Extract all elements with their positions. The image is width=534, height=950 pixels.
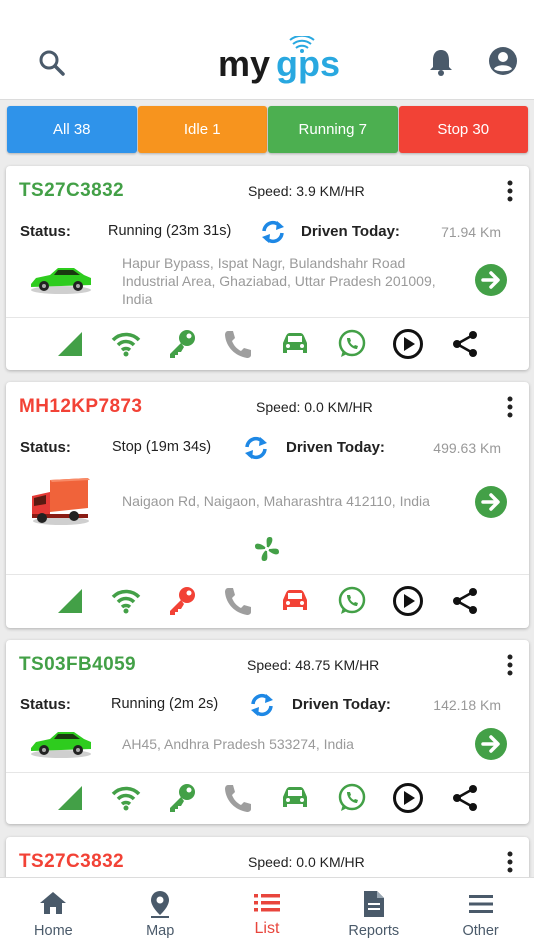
- status-value: Stop (19m 34s): [112, 439, 212, 455]
- ac-fan-icon: [255, 537, 279, 561]
- tab-idle[interactable]: Idle 1: [137, 106, 267, 153]
- driven-today-value: 142.18 Km: [433, 697, 501, 713]
- ignition-key-icon: [170, 330, 195, 358]
- nav-home[interactable]: Home: [0, 878, 107, 950]
- vehicle-speed: Speed: 0.0 KM/HR: [248, 854, 365, 870]
- status-label: Status:: [20, 696, 71, 713]
- tab-running[interactable]: Running 7: [268, 106, 398, 153]
- play-route-icon[interactable]: [392, 328, 424, 360]
- nav-label: Map: [146, 923, 175, 939]
- vehicle-address: AH45, Andhra Pradesh 533274, India: [122, 736, 354, 752]
- nav-list[interactable]: List: [214, 878, 321, 950]
- mygps-logo: my gps: [218, 34, 358, 86]
- app-root: my gps All 38 Idle 1 Running 7 Stop 30 T…: [0, 0, 534, 950]
- driven-today-label: Driven Today:: [286, 439, 385, 456]
- nav-label: Other: [462, 923, 499, 939]
- status-value: Running (23m 31s): [108, 223, 232, 239]
- phone-icon[interactable]: [222, 782, 254, 814]
- vehicle-status-car-icon: [283, 333, 307, 353]
- vehicle-address: Hapur Bypass, Ispat Nagr, Bulandshahr Ro…: [122, 255, 436, 307]
- signal-icon: [58, 332, 82, 356]
- nav-label: Reports: [348, 923, 400, 939]
- vehicle-address: Naigaon Rd, Naigaon, Maharashtra 412110,…: [122, 493, 430, 509]
- logo-my: my: [218, 43, 270, 84]
- app-header: my gps: [0, 0, 534, 100]
- navigate-arrow-icon[interactable]: [475, 264, 507, 296]
- tab-all[interactable]: All 38: [7, 106, 137, 153]
- whatsapp-icon[interactable]: [336, 585, 368, 617]
- more-options-icon[interactable]: [507, 851, 513, 873]
- ignition-key-icon: [170, 784, 195, 812]
- share-icon[interactable]: [449, 585, 481, 617]
- vehicle-card[interactable]: TS27C3832 Speed: 3.9 KM/HR Status: Runni…: [6, 166, 529, 370]
- refresh-icon[interactable]: [242, 434, 270, 462]
- nav-map[interactable]: Map: [107, 878, 214, 950]
- navigate-arrow-icon[interactable]: [475, 728, 507, 760]
- wifi-icon: [111, 786, 141, 811]
- account-icon[interactable]: [488, 46, 518, 76]
- vehicle-action-icons: [6, 575, 529, 625]
- phone-icon[interactable]: [222, 585, 254, 617]
- whatsapp-icon[interactable]: [336, 782, 368, 814]
- vehicle-plate: TS27C3832: [19, 851, 125, 872]
- driven-today-value: 499.63 Km: [433, 440, 501, 456]
- share-icon[interactable]: [449, 782, 481, 814]
- play-route-icon[interactable]: [392, 585, 424, 617]
- map-pin-icon: [151, 891, 170, 918]
- nav-other[interactable]: Other: [427, 878, 534, 950]
- more-options-icon[interactable]: [507, 654, 513, 676]
- vehicle-action-icons: [6, 318, 529, 368]
- refresh-icon[interactable]: [259, 218, 287, 246]
- tab-stop[interactable]: Stop 30: [398, 106, 528, 153]
- more-options-icon[interactable]: [507, 396, 513, 418]
- nav-label: List: [254, 920, 280, 937]
- vehicle-action-icons: [6, 772, 529, 822]
- wifi-icon: [111, 332, 141, 357]
- refresh-icon[interactable]: [248, 691, 276, 719]
- share-icon[interactable]: [449, 328, 481, 360]
- play-route-icon[interactable]: [392, 782, 424, 814]
- car-icon: [31, 732, 91, 758]
- vehicle-speed: Speed: 3.9 KM/HR: [248, 183, 365, 199]
- driven-today-label: Driven Today:: [301, 223, 400, 240]
- nav-reports[interactable]: Reports: [320, 878, 427, 950]
- wifi-icon: [111, 589, 141, 614]
- phone-icon[interactable]: [222, 328, 254, 360]
- whatsapp-icon[interactable]: [336, 328, 368, 360]
- vehicle-card[interactable]: MH12KP7873 Speed: 0.0 KM/HR Status: Stop…: [6, 382, 529, 628]
- driven-today-label: Driven Today:: [292, 696, 391, 713]
- status-label: Status:: [20, 439, 71, 456]
- ignition-key-icon: [170, 587, 195, 615]
- search-icon[interactable]: [37, 48, 67, 78]
- status-filter-tabs: All 38 Idle 1 Running 7 Stop 30: [7, 106, 528, 153]
- vehicle-status-car-icon: [283, 787, 307, 807]
- vehicle-plate: TS03FB4059: [19, 654, 137, 675]
- status-label: Status:: [20, 223, 71, 240]
- vehicle-speed: Speed: 48.75 KM/HR: [247, 657, 380, 673]
- vehicle-card[interactable]: TS03FB4059 Speed: 48.75 KM/HR Status: Ru…: [6, 640, 529, 824]
- vehicle-speed: Speed: 0.0 KM/HR: [256, 399, 373, 415]
- car-icon: [31, 268, 91, 294]
- bottom-navigation: Home Map List Reports Other: [0, 877, 534, 950]
- driven-today-value: 71.94 Km: [441, 224, 501, 240]
- menu-icon: [468, 895, 493, 913]
- truck-icon: [32, 478, 90, 525]
- more-options-icon[interactable]: [507, 180, 513, 202]
- status-value: Running (2m 2s): [111, 696, 219, 712]
- home-icon: [40, 892, 67, 914]
- nav-label: Home: [34, 923, 73, 939]
- vehicle-status-car-icon: [283, 590, 307, 610]
- vehicle-plate: TS27C3832: [19, 180, 125, 201]
- logo-gps: gps: [276, 43, 340, 84]
- list-icon: [253, 894, 280, 912]
- signal-icon: [58, 589, 82, 613]
- bell-icon[interactable]: [427, 47, 455, 77]
- navigate-arrow-icon[interactable]: [475, 486, 507, 518]
- reports-icon: [363, 891, 384, 917]
- signal-icon: [58, 786, 82, 810]
- vehicle-plate: MH12KP7873: [19, 396, 143, 417]
